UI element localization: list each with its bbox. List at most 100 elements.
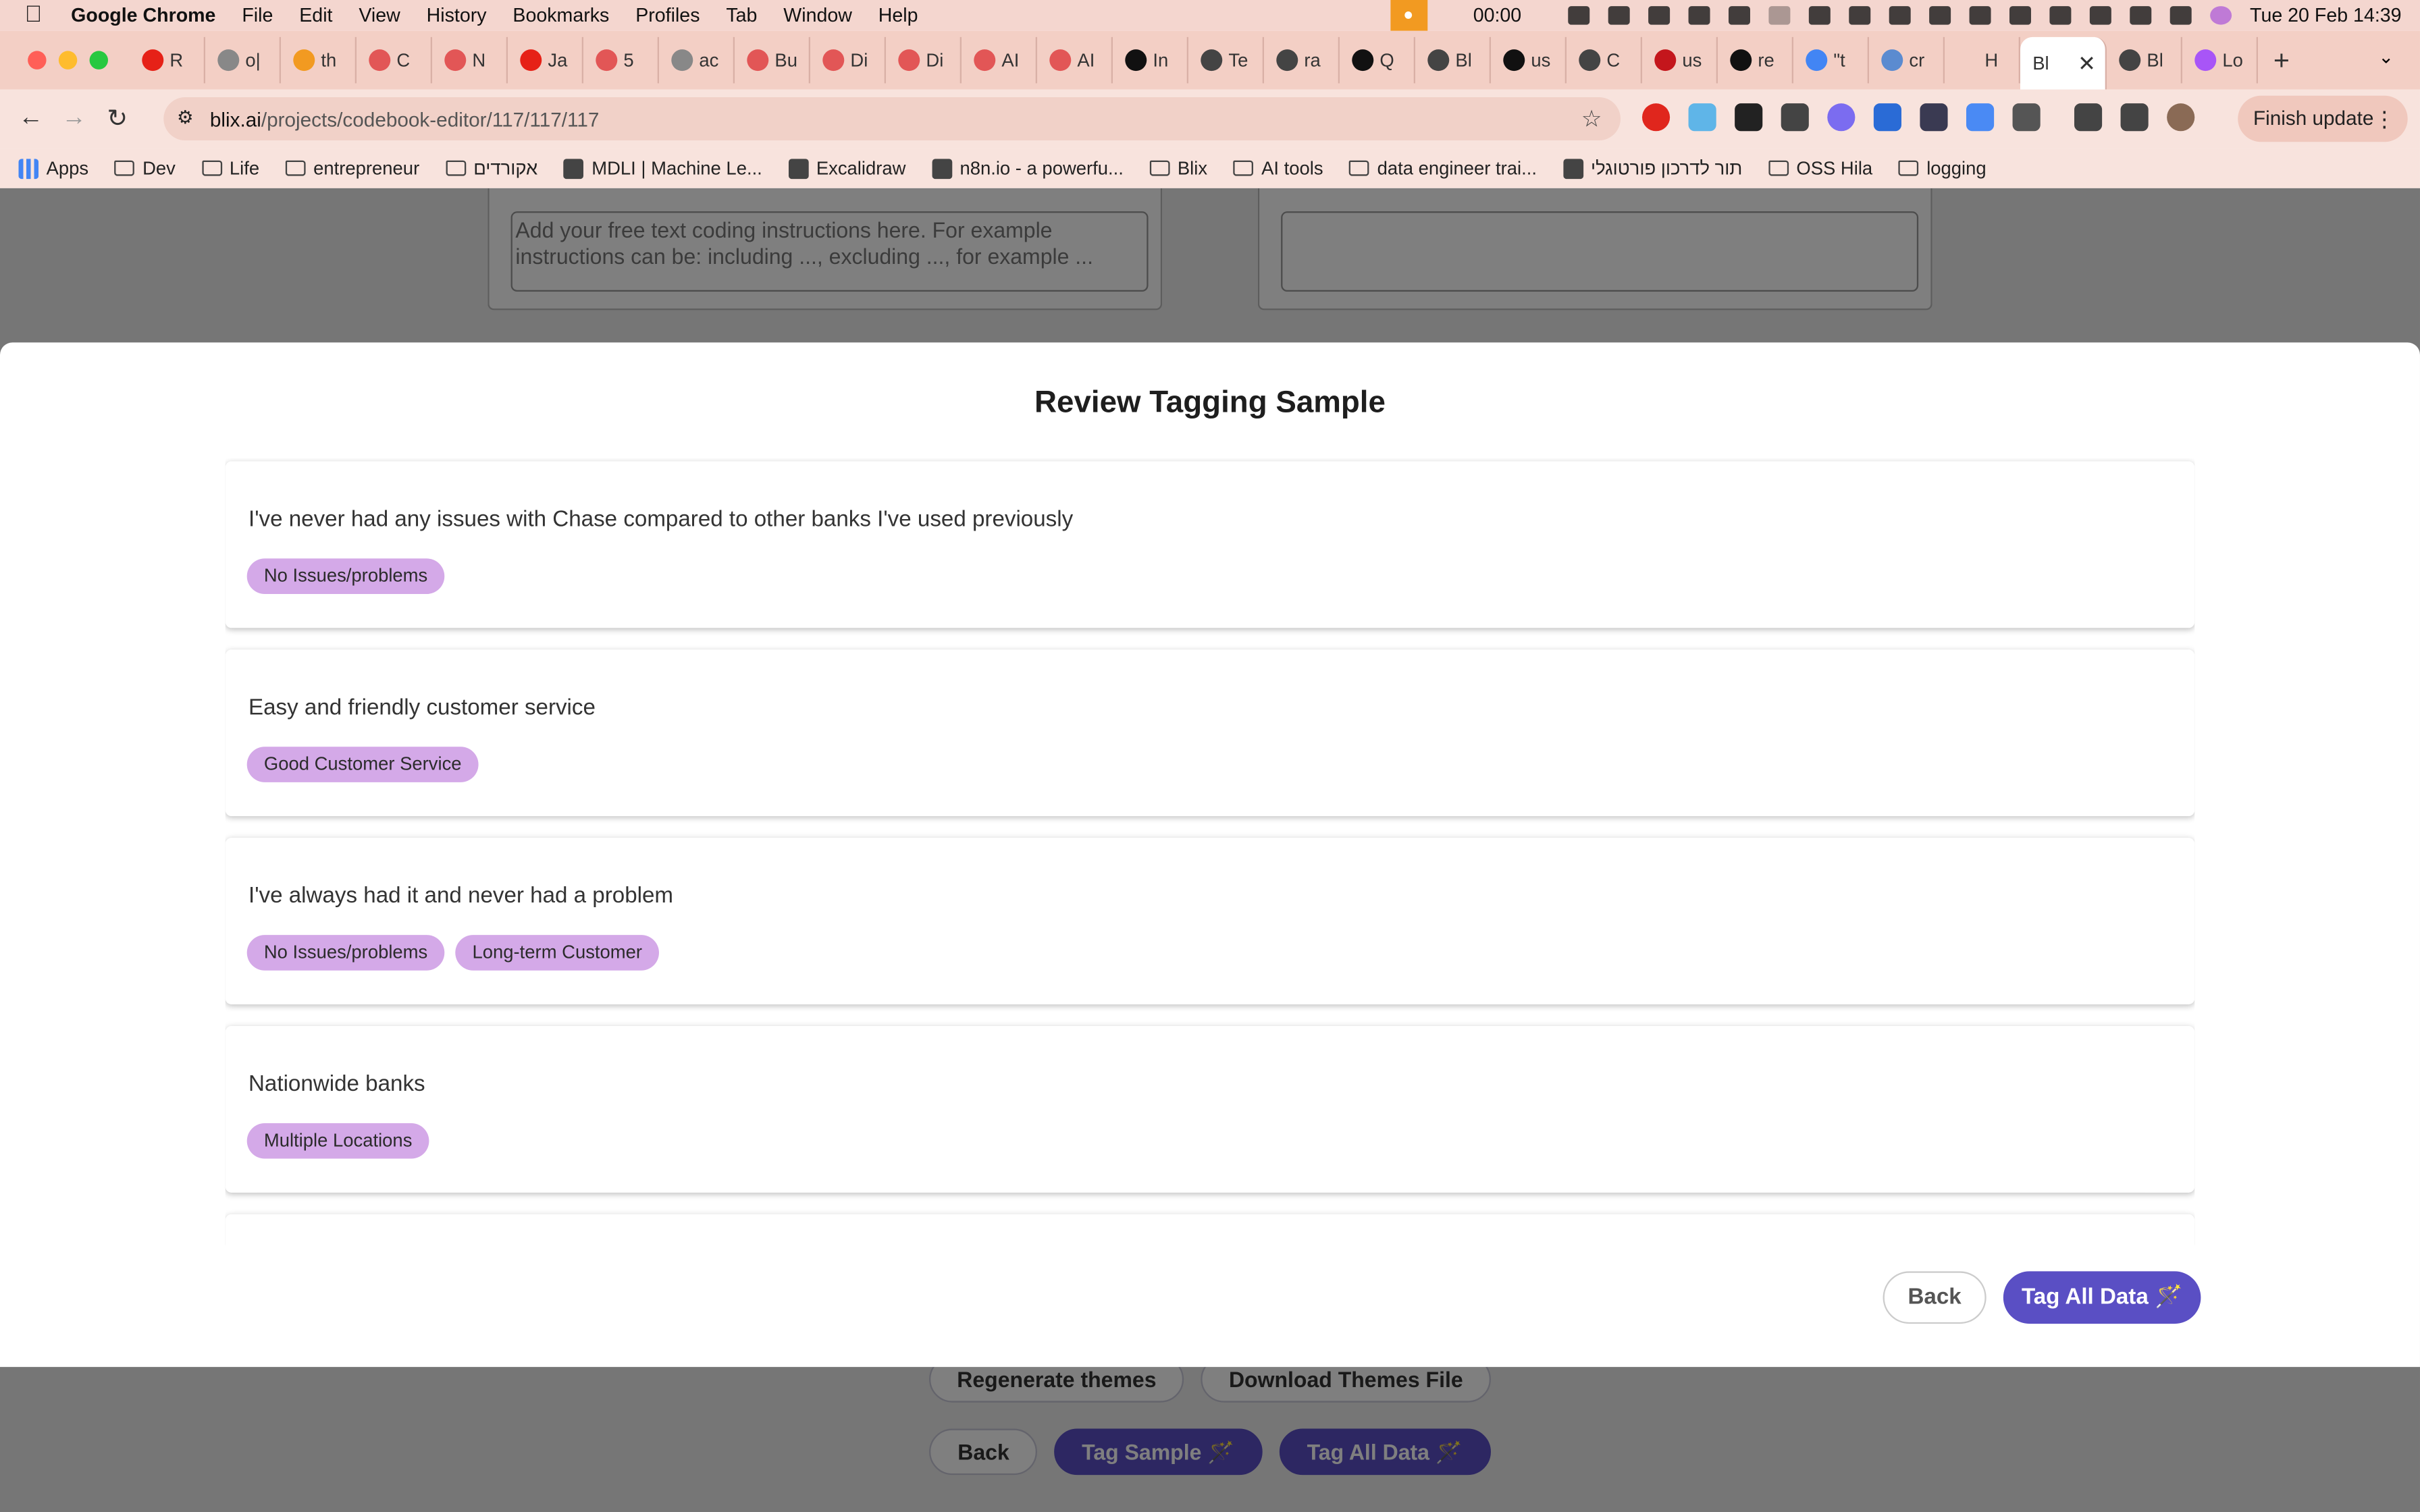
- translate-extension-icon[interactable]: [1966, 103, 1995, 132]
- reload-icon[interactable]: ↻: [96, 103, 139, 134]
- browser-tab[interactable]: re: [1718, 36, 1793, 84]
- tag-chip[interactable]: No Issues/problems: [246, 558, 445, 594]
- puzzle-extensions-icon[interactable]: [2012, 103, 2041, 132]
- react-extension-icon[interactable]: [1873, 103, 1901, 132]
- browser-tab[interactable]: Di: [886, 36, 962, 84]
- site-info-icon[interactable]: ⚙: [173, 107, 198, 132]
- browser-tab[interactable]: N: [432, 36, 508, 84]
- browser-tab[interactable]: o|: [205, 36, 281, 84]
- forward-arrow-icon[interactable]: →: [53, 105, 96, 132]
- extension-icon[interactable]: [1688, 103, 1716, 132]
- menubar-datetime[interactable]: Tue 20 Feb 14:39: [2250, 5, 2401, 26]
- bookmark-item[interactable]: OSS Hila: [1768, 157, 1872, 179]
- bookmark-item[interactable]: n8n.io - a powerfu...: [932, 157, 1124, 179]
- user-icon[interactable]: [2089, 6, 2111, 25]
- control-center-icon[interactable]: [2169, 6, 2192, 25]
- browser-tab[interactable]: Bl: [1415, 36, 1491, 84]
- close-window-button[interactable]: [28, 51, 47, 70]
- back-arrow-icon[interactable]: ←: [9, 105, 53, 132]
- browser-tab[interactable]: Q: [1340, 36, 1415, 84]
- search-icon[interactable]: [2129, 6, 2151, 25]
- bookmark-item[interactable]: Excalidraw: [788, 157, 905, 179]
- bookmark-star-icon[interactable]: ☆: [1581, 105, 1602, 133]
- wifi-icon[interactable]: [2049, 6, 2071, 25]
- opera-extension-icon[interactable]: [1641, 103, 1671, 132]
- moon-icon[interactable]: [1768, 6, 1790, 25]
- browser-tab[interactable]: 5: [583, 36, 659, 84]
- status-icon[interactable]: [1688, 6, 1710, 25]
- browser-tab[interactable]: cr: [1869, 36, 1945, 84]
- notion-extension-icon[interactable]: [1735, 103, 1763, 132]
- browser-tab[interactable]: H: [1945, 36, 2020, 84]
- browser-tab[interactable]: Bu: [735, 36, 810, 84]
- play-icon[interactable]: [1889, 6, 1911, 25]
- modal-back-button[interactable]: Back: [1883, 1271, 1987, 1324]
- bookmark-item[interactable]: MDLI | Machine Le...: [564, 157, 762, 179]
- status-icon[interactable]: [1648, 6, 1670, 25]
- profile-avatar[interactable]: [2167, 103, 2195, 132]
- browser-tab[interactable]: R: [130, 36, 205, 84]
- bookmark-item[interactable]: Dev: [114, 157, 176, 179]
- status-icon[interactable]: [1567, 6, 1589, 25]
- bookmark-item[interactable]: אקורדים: [446, 157, 537, 179]
- browser-tab[interactable]: C: [357, 36, 432, 84]
- tag-chip[interactable]: Good Customer Service: [246, 747, 479, 782]
- browser-tab[interactable]: Te: [1188, 36, 1264, 84]
- menu-history[interactable]: History: [427, 5, 487, 26]
- browser-tab[interactable]: AI: [1037, 36, 1113, 84]
- address-bar[interactable]: ⚙ blix.ai/projects/codebook-editor/117/1…: [163, 97, 1621, 140]
- browser-tab[interactable]: C: [1567, 36, 1642, 84]
- bookmark-item[interactable]: Life: [201, 157, 259, 179]
- browser-tab[interactable]: Lo: [2182, 36, 2258, 84]
- maximize-window-button[interactable]: [89, 51, 108, 70]
- bookmark-item[interactable]: תור לדרכון פורטוגלי: [1562, 157, 1742, 179]
- minimize-window-button[interactable]: [58, 51, 78, 70]
- finish-update-button[interactable]: Finish update: [2238, 95, 2408, 142]
- bookmark-item[interactable]: entrepreneur: [285, 157, 419, 179]
- menu-bookmarks[interactable]: Bookmarks: [512, 5, 609, 26]
- menu-profiles[interactable]: Profiles: [635, 5, 700, 26]
- bookmark-item[interactable]: data engineer trai...: [1349, 157, 1537, 179]
- browser-tab[interactable]: ra: [1264, 36, 1340, 84]
- bluetooth-icon[interactable]: [1928, 6, 1951, 25]
- download-icon[interactable]: [2074, 103, 2103, 132]
- browser-tab[interactable]: In: [1113, 36, 1188, 84]
- menu-help[interactable]: Help: [878, 5, 918, 26]
- battery-icon[interactable]: [2009, 6, 2031, 25]
- tab-active[interactable]: Bl ✕: [2020, 36, 2107, 90]
- tag-chip[interactable]: No Issues/problems: [246, 935, 445, 971]
- menu-app-name[interactable]: Google Chrome: [71, 5, 215, 26]
- browser-tab[interactable]: us: [1491, 36, 1567, 84]
- keyboard-input-icon[interactable]: [1969, 6, 1991, 25]
- siri-icon[interactable]: [2209, 6, 2232, 25]
- menu-file[interactable]: File: [242, 5, 273, 26]
- browser-tab[interactable]: Bl: [2107, 36, 2182, 84]
- glasses-icon[interactable]: [1808, 6, 1831, 25]
- modal-tag-all-data-button[interactable]: Tag All Data 🪄: [2003, 1271, 2201, 1324]
- apple-icon[interactable]: : [25, 2, 50, 28]
- browser-tab[interactable]: th: [281, 36, 357, 84]
- microphone-icon[interactable]: ●: [1390, 0, 1427, 31]
- bookmark-item[interactable]: logging: [1899, 157, 1987, 179]
- browser-tab[interactable]: Di: [810, 36, 886, 84]
- extension-icon[interactable]: [1827, 103, 1856, 132]
- extension-icon[interactable]: [1781, 103, 1809, 132]
- menu-tab[interactable]: Tab: [726, 5, 757, 26]
- notion-icon[interactable]: [1608, 6, 1630, 25]
- browser-tab[interactable]: AI: [962, 36, 1037, 84]
- side-panel-icon[interactable]: [2120, 103, 2149, 132]
- bookmark-item[interactable]: AI tools: [1233, 157, 1323, 179]
- extension-icon[interactable]: [1920, 103, 1948, 132]
- tag-chip[interactable]: Long-term Customer: [455, 935, 660, 971]
- status-icon[interactable]: [1728, 6, 1750, 25]
- bookmark-item[interactable]: Apps: [18, 157, 88, 179]
- tag-chip[interactable]: Multiple Locations: [246, 1123, 429, 1159]
- bookmark-item[interactable]: Blix: [1149, 157, 1207, 179]
- browser-tab[interactable]: "t: [1793, 36, 1869, 84]
- menu-edit[interactable]: Edit: [299, 5, 332, 26]
- menu-view[interactable]: View: [359, 5, 400, 26]
- browser-tab[interactable]: Ja: [508, 36, 583, 84]
- menu-window[interactable]: Window: [783, 5, 852, 26]
- status-icon[interactable]: [1848, 6, 1870, 25]
- close-tab-icon[interactable]: ✕: [2078, 50, 2096, 76]
